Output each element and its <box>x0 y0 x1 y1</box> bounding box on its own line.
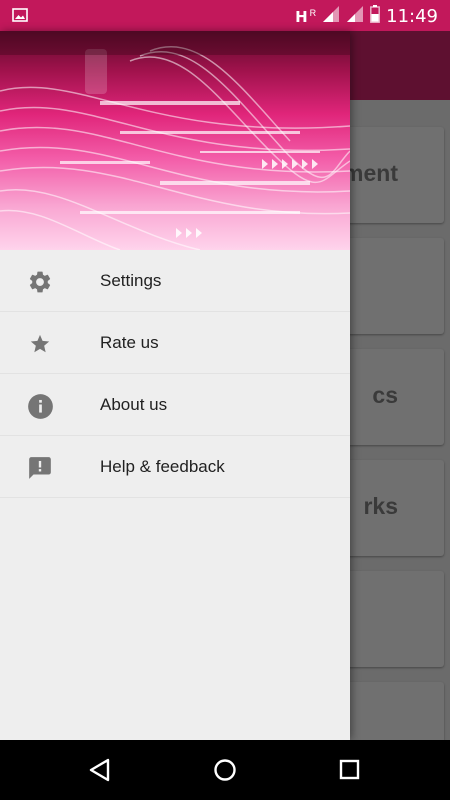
drawer-menu: Settings Rate us About us Help & feedbac… <box>0 250 350 498</box>
feedback-icon <box>26 454 54 482</box>
menu-item-label: About us <box>100 394 168 414</box>
drawer-header-image <box>0 31 350 250</box>
star-icon <box>26 330 54 358</box>
card-title: cs <box>372 382 398 408</box>
menu-item-label: Settings <box>100 270 162 290</box>
card-title: rks <box>363 493 398 519</box>
menu-item-help-feedback[interactable]: Help & feedback <box>0 436 350 498</box>
menu-item-about-us[interactable]: About us <box>0 374 350 436</box>
signal-2-icon <box>346 5 364 28</box>
navigation-bar <box>0 740 450 800</box>
image-notification-icon <box>12 8 28 27</box>
gear-icon <box>26 268 54 296</box>
info-icon <box>26 392 54 420</box>
menu-item-settings[interactable]: Settings <box>0 250 350 312</box>
status-bar: H R 11:49 <box>0 0 450 31</box>
menu-item-label: Help & feedback <box>100 456 225 476</box>
menu-item-label: Rate us <box>100 332 159 352</box>
network-type-label: H <box>295 7 308 26</box>
battery-icon <box>370 5 381 28</box>
menu-item-rate-us[interactable]: Rate us <box>0 312 350 374</box>
home-icon[interactable] <box>211 756 239 784</box>
back-icon[interactable] <box>86 756 114 784</box>
recents-icon[interactable] <box>336 756 364 784</box>
clock: 11:49 <box>386 6 438 27</box>
navigation-drawer: Settings Rate us About us Help & feedbac… <box>0 31 350 740</box>
signal-icon <box>322 5 340 28</box>
card-title: ment <box>343 160 398 186</box>
roaming-label: R <box>309 7 317 18</box>
